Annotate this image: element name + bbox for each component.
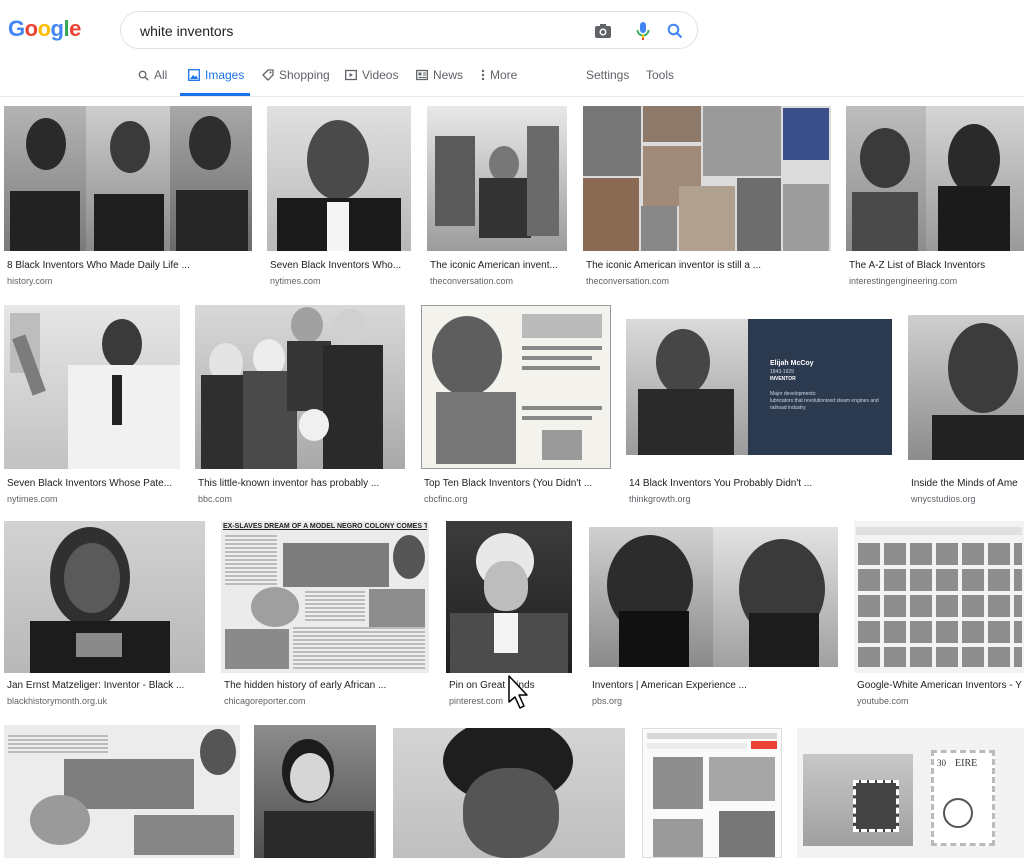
- image-result[interactable]: Seven Black Inventors Whose Pate... nyti…: [4, 305, 180, 505]
- result-title: The hidden history of early African ...: [224, 680, 387, 691]
- microphone-icon[interactable]: [633, 21, 653, 41]
- tag-icon: [262, 69, 274, 81]
- newspaper-headline: EX-SLAVES DREAM OF A MODEL NEGRO COLONY …: [223, 523, 427, 530]
- image-result[interactable]: Top Ten Black Inventors (You Didn't ... …: [421, 305, 611, 505]
- image-result[interactable]: The iconic American inventor is still a …: [583, 106, 831, 286]
- mouse-cursor-icon: [508, 675, 528, 709]
- result-thumbnail: [4, 521, 205, 673]
- result-thumbnail: [267, 106, 411, 251]
- result-thumbnail: EX-SLAVES DREAM OF A MODEL NEGRO COLONY …: [221, 521, 429, 673]
- image-result[interactable]: 8 Black Inventors Who Made Daily Life ..…: [4, 106, 252, 286]
- active-tab-indicator: [180, 93, 250, 96]
- result-source: chicagoreporter.com: [224, 696, 306, 706]
- image-result[interactable]: This little-known inventor has probably …: [195, 305, 405, 505]
- result-thumbnail: [427, 106, 567, 251]
- image-result[interactable]: The A-Z List of Black Inventors interest…: [846, 106, 1024, 286]
- result-thumbnail: [846, 106, 1024, 251]
- result-title: This little-known inventor has probably …: [198, 478, 380, 489]
- search-box: [120, 11, 698, 49]
- result-thumbnail: [393, 728, 625, 858]
- image-result[interactable]: Jan Ernst Matzeliger: Inventor - Black .…: [4, 521, 205, 715]
- image-result[interactable]: Seven Black Inventors Who... nytimes.com: [267, 106, 411, 286]
- tab-videos[interactable]: Videos: [345, 68, 398, 82]
- result-thumbnail: [421, 305, 611, 469]
- image-result[interactable]: EX-SLAVES DREAM OF A MODEL NEGRO COLONY …: [221, 521, 429, 715]
- image-result[interactable]: 30 EIRE: [797, 728, 1024, 858]
- tools-link[interactable]: Tools: [646, 68, 674, 82]
- result-thumbnail: Elijah McCoy 1843-1929 INVENTOR Major de…: [626, 305, 892, 469]
- result-title: Seven Black Inventors Who...: [270, 260, 402, 271]
- result-source: history.com: [7, 276, 53, 286]
- result-source: nytimes.com: [7, 494, 58, 504]
- mccoy-name: Elijah McCoy: [770, 360, 814, 367]
- result-thumbnail: [583, 106, 831, 251]
- image-result[interactable]: [642, 728, 782, 858]
- search-input[interactable]: [138, 20, 582, 42]
- result-thumbnail: 30 EIRE: [797, 728, 1024, 858]
- result-title: Jan Ernst Matzeliger: Inventor - Black .…: [7, 680, 185, 691]
- image-result[interactable]: [254, 725, 376, 858]
- result-title: Google-White American Inventors - Y: [857, 680, 1022, 691]
- image-result[interactable]: [4, 725, 240, 858]
- image-icon: [188, 69, 200, 81]
- result-title: The iconic American invent...: [430, 260, 558, 271]
- result-source: cbcfinc.org: [424, 494, 468, 504]
- result-source: theconversation.com: [586, 276, 670, 286]
- more-vert-icon: [481, 69, 485, 81]
- result-thumbnail: [446, 521, 572, 673]
- result-title: The A-Z List of Black Inventors: [849, 260, 986, 271]
- result-thumbnail: [4, 305, 180, 469]
- result-source: pbs.org: [592, 696, 623, 706]
- result-title: 14 Black Inventors You Probably Didn't .…: [629, 478, 813, 489]
- result-title: Seven Black Inventors Whose Pate...: [7, 478, 173, 489]
- mccoy-dev-heading: Major developments:: [770, 391, 817, 397]
- result-title: The iconic American inventor is still a …: [586, 260, 762, 271]
- camera-icon[interactable]: [593, 21, 613, 41]
- result-title: 8 Black Inventors Who Made Daily Life ..…: [7, 260, 190, 271]
- google-logo[interactable]: Google: [8, 16, 81, 42]
- image-result[interactable]: Google-White American Inventors - Y yout…: [854, 521, 1024, 715]
- result-source: interestingengineering.com: [849, 276, 958, 286]
- search-icon: [138, 70, 149, 81]
- result-source: youtube.com: [857, 696, 909, 706]
- result-title: Top Ten Black Inventors (You Didn't ...: [424, 478, 593, 489]
- result-thumbnail: [908, 305, 1024, 469]
- image-result[interactable]: Inside the Minds of Ame wnycstudios.org: [908, 305, 1024, 505]
- result-source: wnycstudios.org: [911, 494, 976, 504]
- news-icon: [416, 69, 428, 81]
- image-result[interactable]: Elijah McCoy 1843-1929 INVENTOR Major de…: [626, 305, 892, 505]
- tab-news[interactable]: News: [416, 68, 463, 82]
- play-icon: [345, 69, 357, 81]
- result-source: nytimes.com: [270, 276, 321, 286]
- image-result[interactable]: The iconic American invent... theconvers…: [427, 106, 567, 286]
- result-thumbnail: [254, 725, 376, 858]
- result-source: theconversation.com: [430, 276, 514, 286]
- tab-more[interactable]: More: [481, 68, 517, 82]
- tab-shopping[interactable]: Shopping: [262, 68, 330, 82]
- result-thumbnail: [4, 106, 252, 251]
- result-thumbnail: [195, 305, 405, 469]
- result-source: bbc.com: [198, 494, 233, 504]
- mccoy-years: 1843-1929: [770, 369, 794, 375]
- tab-images[interactable]: Images: [188, 68, 244, 82]
- result-thumbnail: [589, 521, 838, 673]
- search-tabs: All Images Shopping Videos News More Set…: [0, 62, 1024, 97]
- image-result[interactable]: Inventors | American Experience ... pbs.…: [589, 521, 838, 715]
- result-title: Inventors | American Experience ...: [592, 680, 747, 691]
- mccoy-description: lubricators that revolutionized steam en…: [770, 398, 879, 411]
- image-result[interactable]: [393, 728, 625, 858]
- result-thumbnail: [642, 728, 782, 858]
- mccoy-info-panel: [748, 319, 892, 455]
- settings-link[interactable]: Settings: [586, 68, 629, 82]
- mccoy-role: INVENTOR: [770, 376, 796, 382]
- result-thumbnail: [4, 725, 240, 858]
- tab-all[interactable]: All: [138, 68, 167, 82]
- search-icon[interactable]: [665, 21, 685, 41]
- result-thumbnail: [854, 521, 1024, 673]
- result-source: thinkgrowth.org: [629, 494, 691, 504]
- result-title: Inside the Minds of Ame: [911, 478, 1018, 489]
- result-source: blackhistorymonth.org.uk: [7, 696, 108, 706]
